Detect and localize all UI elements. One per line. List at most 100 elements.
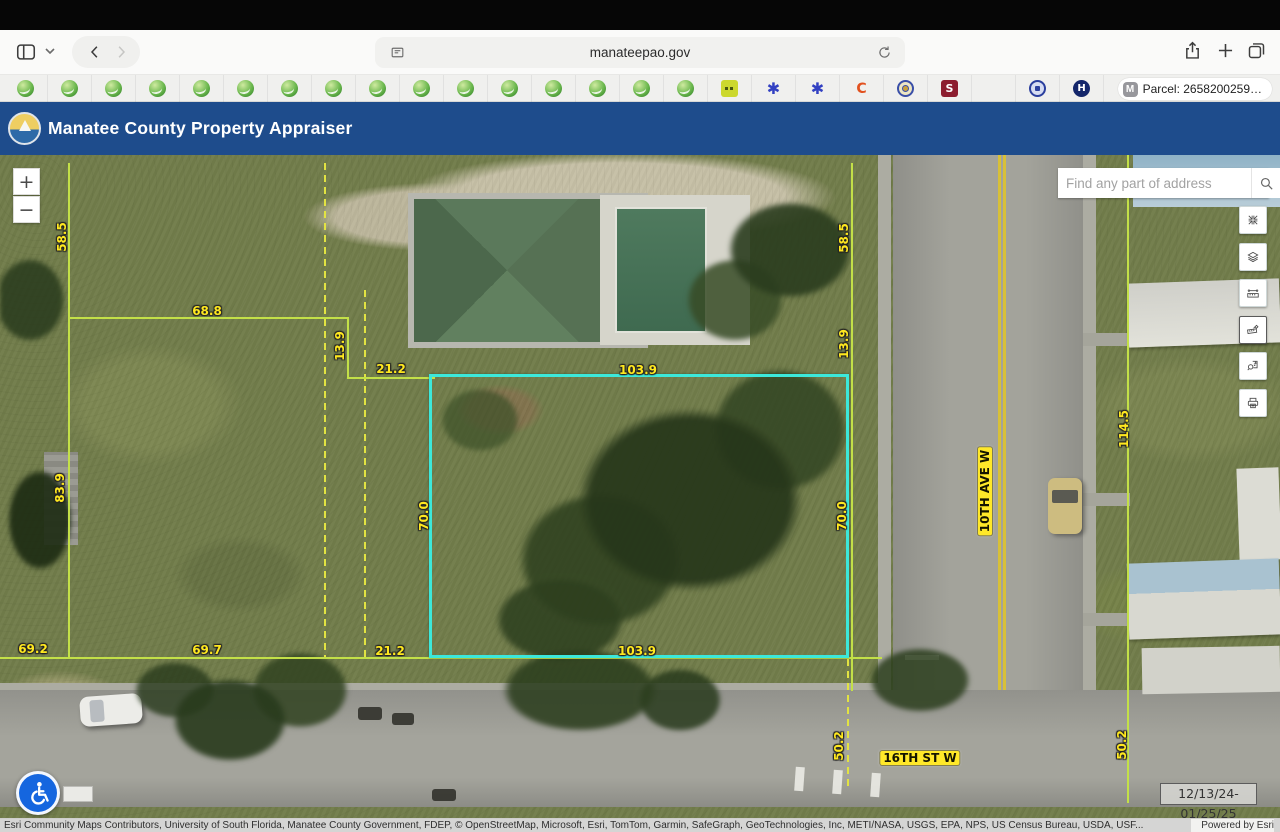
imagery-date-range: 12/13/24-01/25/25 <box>1160 783 1257 805</box>
forward-button[interactable] <box>112 43 130 61</box>
bookmark-slot <box>488 75 532 102</box>
esri-favicon[interactable] <box>501 80 518 97</box>
measurement-label: 69.2 <box>18 642 48 656</box>
parcel-line <box>347 317 349 379</box>
bookmark-slot <box>664 75 708 102</box>
bookmark-slot: H <box>1060 75 1104 102</box>
parcel-tab-label: Parcel: 2658200259… <box>1143 82 1262 96</box>
measurement-label: 58.5 <box>837 223 851 253</box>
esri-favicon[interactable] <box>633 80 650 97</box>
measurement-label: 21.2 <box>376 362 406 376</box>
search-icon[interactable] <box>1251 168 1280 198</box>
selected-parcel-outline[interactable] <box>429 374 849 658</box>
address-bar[interactable]: manateepao.gov <box>375 37 905 68</box>
esri-favicon[interactable] <box>589 80 606 97</box>
app-header: Manatee County Property Appraiser <box>0 102 1280 155</box>
bookmark-slot <box>136 75 180 102</box>
bookmarks-bar: ✱ ✱ C S H M Parcel: 2658200259… <box>0 74 1280 102</box>
corange-favicon[interactable]: C <box>853 80 870 97</box>
esri-favicon[interactable] <box>677 80 694 97</box>
esri-favicon[interactable] <box>325 80 342 97</box>
map-attribution: Esri Community Maps Contributors, Univer… <box>0 818 1280 832</box>
identify-button[interactable] <box>1239 352 1267 380</box>
esri-favicon[interactable] <box>105 80 122 97</box>
measurement-label: 114.5 <box>1117 410 1131 448</box>
bookmark-slot <box>180 75 224 102</box>
bookmark-slot <box>1016 75 1060 102</box>
default-extent-button[interactable] <box>1239 206 1267 234</box>
measurement-label: 68.8 <box>192 304 222 318</box>
measurement-label: 83.9 <box>53 473 67 503</box>
tab-overview-icon[interactable] <box>1246 40 1267 61</box>
bookmark-slot <box>400 75 444 102</box>
bookmark-slot <box>444 75 488 102</box>
chart-favicon[interactable] <box>721 80 738 97</box>
bookmark-slot <box>708 75 752 102</box>
measurement-label: 21.2 <box>375 644 405 658</box>
gear-favicon[interactable]: ✱ <box>765 80 782 97</box>
bookmark-favicons: ✱ ✱ C S H <box>4 75 1104 102</box>
measurement-label: 50.2 <box>1115 730 1129 760</box>
esri-favicon[interactable] <box>61 80 78 97</box>
share-icon[interactable] <box>1182 40 1203 61</box>
address-search-box <box>1058 168 1269 198</box>
gear-favicon[interactable]: ✱ <box>809 80 826 97</box>
parcel-tab-pill[interactable]: M Parcel: 2658200259… <box>1118 78 1272 100</box>
measurement-label: 103.9 <box>619 363 657 377</box>
bookmark-slot <box>224 75 268 102</box>
new-tab-icon[interactable] <box>1215 40 1236 61</box>
bookmark-slot <box>92 75 136 102</box>
print-button[interactable] <box>1239 389 1267 417</box>
parcel-line-dashed <box>324 163 326 659</box>
scale-widget-fragment <box>63 786 93 802</box>
parcel-line <box>1127 155 1129 803</box>
layers-button[interactable] <box>1239 243 1267 271</box>
map-viewport[interactable]: 58.568.813.921.2103.958.513.983.970.070.… <box>0 155 1280 818</box>
back-button[interactable] <box>86 43 104 61</box>
esri-favicon[interactable] <box>545 80 562 97</box>
parcel-line-dashed <box>847 659 849 790</box>
bookmark-slot <box>884 75 928 102</box>
seal-favicon[interactable] <box>897 80 914 97</box>
esri-favicon[interactable] <box>281 80 298 97</box>
bookmark-slot <box>532 75 576 102</box>
esri-favicon[interactable] <box>369 80 386 97</box>
url-text: manateepao.gov <box>375 37 905 68</box>
esri-favicon[interactable] <box>149 80 166 97</box>
measurement-label: 69.7 <box>192 643 222 657</box>
sidebar-toggle-icon[interactable] <box>15 41 37 63</box>
esri-favicon[interactable] <box>17 80 34 97</box>
nav-button-group <box>72 36 140 68</box>
bookmark-slot: S <box>928 75 972 102</box>
bookmark-slot <box>312 75 356 102</box>
measure-button[interactable] <box>1239 279 1267 307</box>
parcel-line-dashed <box>364 290 366 659</box>
reload-icon[interactable] <box>876 44 893 61</box>
powered-by-esri: Powered by Esri <box>1191 819 1274 832</box>
measurement-label: 70.0 <box>417 501 431 531</box>
esri-favicon[interactable] <box>413 80 430 97</box>
hnavy-favicon[interactable]: H <box>1073 80 1090 97</box>
measurement-label: 70.0 <box>835 501 849 531</box>
esri-favicon[interactable] <box>193 80 210 97</box>
bookmark-spacer <box>985 80 1002 97</box>
accessibility-button[interactable] <box>16 771 60 815</box>
parcel-line <box>851 163 853 691</box>
sketch-measure-button[interactable] <box>1239 316 1267 344</box>
parcel-line <box>347 377 435 379</box>
parcel-badge-icon: M <box>1123 82 1138 97</box>
measurement-label: 103.9 <box>618 644 656 658</box>
bookmark-slot: C <box>840 75 884 102</box>
bookmark-slot <box>620 75 664 102</box>
bookmark-slot: ✱ <box>796 75 840 102</box>
sred-favicon[interactable]: S <box>941 80 958 97</box>
street-label: 10TH AVE W <box>978 447 992 535</box>
chevron-down-icon[interactable] <box>45 48 55 55</box>
measurement-label: 50.2 <box>832 731 846 761</box>
camera-favicon[interactable] <box>1029 80 1046 97</box>
esri-favicon[interactable] <box>237 80 254 97</box>
search-input[interactable] <box>1058 168 1251 198</box>
esri-favicon[interactable] <box>457 80 474 97</box>
zoom-out-button[interactable]: − <box>13 196 40 223</box>
zoom-in-button[interactable]: + <box>13 168 40 195</box>
